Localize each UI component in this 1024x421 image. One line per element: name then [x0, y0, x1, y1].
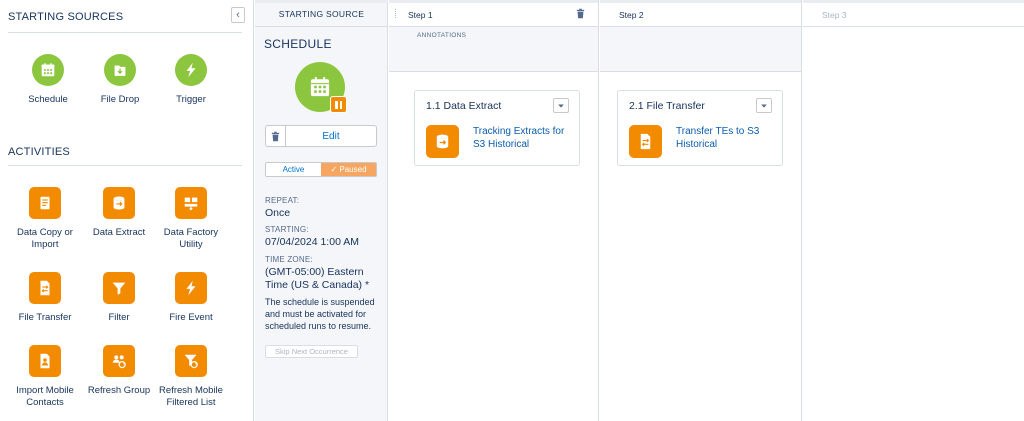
schedule-note: The schedule is suspended and must be ac…: [265, 297, 375, 331]
activity-label: Data Extract: [92, 227, 146, 238]
edit-button[interactable]: Edit: [285, 125, 377, 147]
activity-fire-event[interactable]: Fire Event: [153, 272, 229, 324]
collapse-panel-button[interactable]: ‹: [231, 7, 245, 23]
pause-icon: [330, 96, 347, 113]
data-factory-icon: [175, 187, 207, 219]
chevron-down-icon: [761, 104, 767, 108]
activity-card[interactable]: 1.1 Data Extract Tracking Extracts for S…: [414, 90, 580, 166]
active-option[interactable]: Active: [266, 163, 321, 176]
activity-label: Filter: [108, 312, 130, 323]
paused-option[interactable]: ✓ Paused: [321, 163, 376, 176]
step-column-3: Step 3: [803, 0, 1024, 421]
activity-label: Data Copy or Import: [17, 227, 73, 250]
filter-icon: [103, 272, 135, 304]
card-menu-button[interactable]: [553, 98, 569, 113]
file-transfer-icon: [629, 125, 662, 158]
status-toggle: Active ✓ Paused: [265, 162, 377, 177]
header-bar: [389, 0, 598, 3]
chevron-down-icon: [558, 104, 564, 108]
source-schedule[interactable]: Schedule: [10, 54, 86, 106]
activity-filter[interactable]: Filter: [81, 272, 157, 324]
activity-file-transfer[interactable]: File Transfer: [7, 272, 83, 324]
annotations-label: ANNOTATIONS: [417, 32, 467, 39]
divider: [8, 32, 242, 33]
step-header: Step 2: [600, 0, 801, 27]
step-header: Step 3: [803, 0, 1024, 27]
step-title: Step 1: [408, 10, 433, 20]
step-header: Step 1: [389, 0, 598, 27]
divider: [8, 165, 242, 166]
annotations-band[interactable]: ANNOTATIONS: [389, 27, 598, 72]
step-column-2: Step 2 2.1 File Transfer Transfer TEs to…: [600, 0, 802, 421]
schedule-title: SCHEDULE: [264, 37, 332, 51]
lightning-icon: [175, 54, 207, 86]
skip-next-occurrence-button[interactable]: Skip Next Occurrence: [265, 345, 358, 358]
repeat-label: REPEAT:: [265, 196, 300, 205]
starting-label: STARTING:: [265, 225, 309, 234]
timezone-value: (GMT-05:00) Eastern Time (US & Canada) *: [265, 266, 370, 291]
header-bar: [803, 0, 1024, 3]
trash-icon[interactable]: [575, 8, 586, 22]
edit-row: Edit: [265, 125, 377, 147]
activity-data-factory-utility[interactable]: Data Factory Utility: [153, 187, 229, 251]
activity-label: Refresh Mobile Filtered List: [159, 385, 223, 408]
source-label: Schedule: [28, 94, 68, 105]
starting-sources-title: STARTING SOURCES: [8, 11, 124, 23]
calendar-icon: [32, 54, 64, 86]
delete-source-button[interactable]: [265, 125, 285, 147]
file-transfer-icon: [29, 272, 61, 304]
starting-value: 07/04/2024 1:00 AM: [265, 236, 359, 248]
activity-label: Fire Event: [169, 312, 213, 323]
activity-label: Import Mobile Contacts: [16, 385, 74, 408]
source-trigger[interactable]: Trigger: [153, 54, 229, 106]
activity-label: Refresh Group: [87, 385, 151, 396]
refresh-group-icon: [103, 345, 135, 377]
step-column-1: Step 1 ANNOTATIONS 1.1 Data Extract Trac…: [389, 0, 599, 421]
activity-card[interactable]: 2.1 File Transfer Transfer TEs to S3 His…: [617, 90, 783, 166]
activity-data-copy[interactable]: Data Copy or Import: [7, 187, 83, 251]
activities-title: ACTIVITIES: [8, 146, 70, 158]
chevron-left-icon: ‹: [236, 9, 240, 21]
repeat-value: Once: [265, 207, 291, 219]
lightning-icon: [175, 272, 207, 304]
activity-label: Data Factory Utility: [163, 227, 219, 250]
file-drop-icon: [104, 54, 136, 86]
timezone-label: TIME ZONE:: [265, 255, 313, 264]
card-title: 1.1 Data Extract: [426, 100, 502, 112]
source-label: File Drop: [100, 94, 140, 105]
activity-refresh-group[interactable]: Refresh Group: [81, 345, 157, 397]
activity-name-link[interactable]: Tracking Extracts for S3 Historical: [473, 125, 573, 151]
data-copy-icon: [29, 187, 61, 219]
starting-source-header: STARTING SOURCE: [255, 0, 388, 27]
data-extract-icon: [103, 187, 135, 219]
activity-data-extract[interactable]: Data Extract: [81, 187, 157, 239]
activity-name-link[interactable]: Transfer TEs to S3 Historical: [676, 125, 776, 151]
source-label: Trigger: [176, 94, 206, 105]
card-title: 2.1 File Transfer: [629, 100, 705, 112]
drag-handle-icon[interactable]: [395, 9, 397, 18]
trash-icon: [271, 131, 280, 141]
activity-refresh-mobile-filtered-list[interactable]: Refresh Mobile Filtered List: [153, 345, 229, 409]
step-title: Step 3: [822, 10, 847, 20]
annotations-band[interactable]: [600, 27, 801, 72]
card-menu-button[interactable]: [756, 98, 772, 113]
data-extract-icon: [426, 125, 459, 158]
activity-label: File Transfer: [18, 312, 72, 323]
activity-import-mobile-contacts[interactable]: Import Mobile Contacts: [7, 345, 83, 409]
import-mobile-icon: [29, 345, 61, 377]
activity-palette: STARTING SOURCES ‹ Schedule File Drop Tr…: [0, 0, 254, 421]
starting-source-panel: STARTING SOURCE SCHEDULE Edit Active ✓ P…: [255, 0, 388, 421]
step-title: Step 2: [619, 10, 644, 20]
source-file-drop[interactable]: File Drop: [82, 54, 158, 106]
header-bar: [600, 0, 801, 3]
refresh-mobile-icon: [175, 345, 207, 377]
